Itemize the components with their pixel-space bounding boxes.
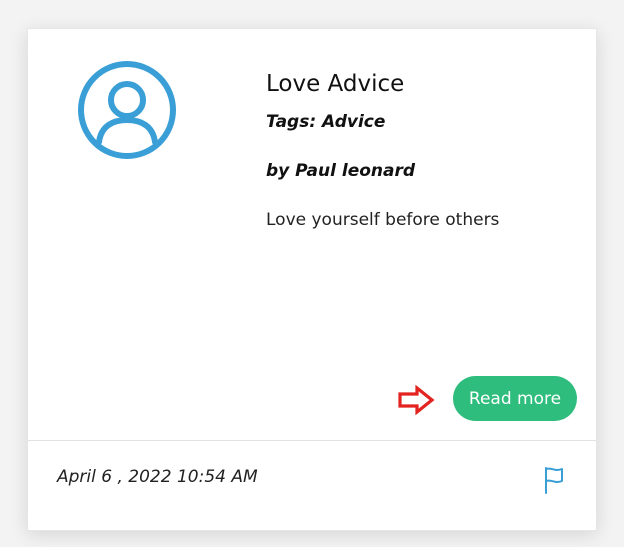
post-title: Love Advice bbox=[266, 71, 405, 97]
post-date: April 6 , 2022 10:54 AM bbox=[57, 467, 258, 487]
user-avatar-icon bbox=[78, 61, 176, 159]
post-tags: Tags: Advice bbox=[266, 112, 386, 132]
post-excerpt: Love yourself before others bbox=[266, 210, 500, 230]
card-divider bbox=[28, 440, 596, 441]
flag-icon[interactable] bbox=[543, 466, 565, 494]
right-arrow-icon bbox=[398, 385, 435, 415]
post-author: by Paul leonard bbox=[266, 161, 416, 181]
post-content: Love Advice Tags: Advice by Paul leonard… bbox=[266, 69, 576, 231]
post-card: Love Advice Tags: Advice by Paul leonard… bbox=[27, 28, 597, 531]
read-more-button[interactable]: Read more bbox=[453, 376, 577, 421]
